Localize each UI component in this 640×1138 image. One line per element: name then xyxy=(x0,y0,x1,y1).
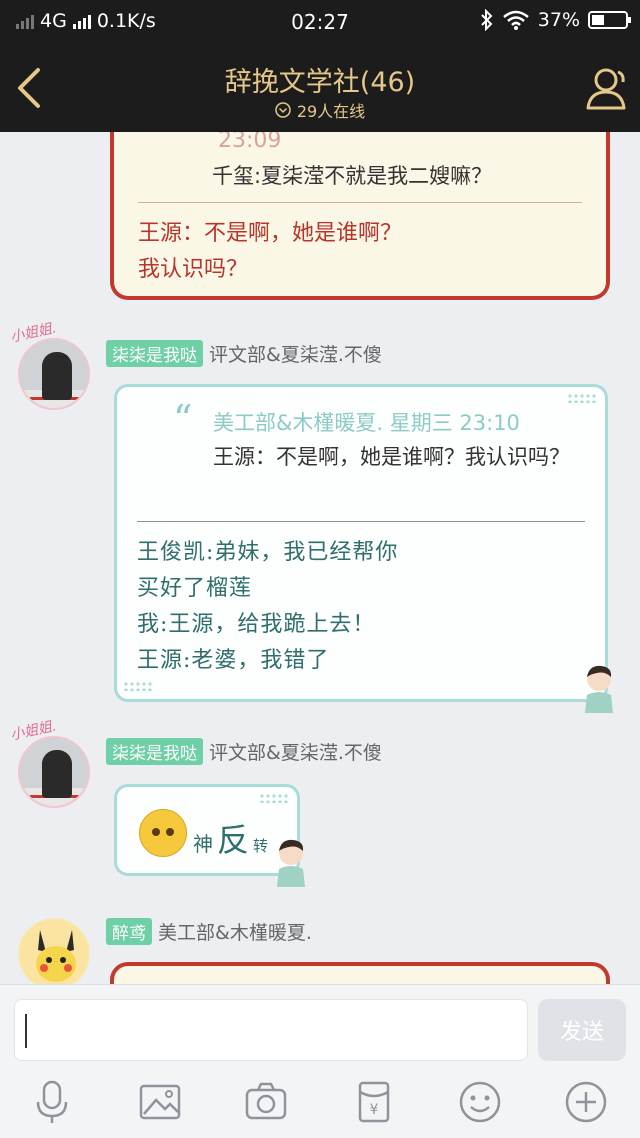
reply-line: 我:王源，给我跪上去！ xyxy=(137,612,376,637)
emoji-face-icon xyxy=(139,809,187,857)
group-title[interactable]: 辞挽文学社(46) xyxy=(0,60,640,99)
reply-line: 王俊凯:弟妹，我已经帮你 xyxy=(137,540,399,565)
sticker-word: 反 xyxy=(217,821,250,859)
quote-text: 千玺:夏柒滢不就是我二嫂嘛？ xyxy=(212,164,493,188)
text-caret xyxy=(25,1014,27,1048)
avatar-figure xyxy=(42,352,72,400)
battery-fill xyxy=(592,15,604,25)
message-bubble-red[interactable] xyxy=(110,962,610,984)
wifi-icon xyxy=(502,10,529,30)
avatar[interactable] xyxy=(18,918,90,984)
chat-messages[interactable]: 23:09 千玺:夏柒滢不就是我二嫂嘛？ 王源：不是啊，她是谁啊？ 我认识吗？ … xyxy=(0,132,640,984)
sender-row: 柒柒是我哒 评文部&夏柒滢.不傻 xyxy=(106,340,382,367)
cartoon-boy-icon xyxy=(585,665,613,713)
plus-icon[interactable] xyxy=(564,1080,608,1124)
chevron-down-icon xyxy=(275,102,291,118)
member-badge: 柒柒是我哒 xyxy=(106,340,203,367)
sender-row: 醉鸢 美工部&木槿暖夏. xyxy=(106,918,312,945)
bubble-decoration xyxy=(259,793,289,803)
reply-line: 王源：不是啊，她是谁啊？ xyxy=(138,221,403,246)
battery-percent: 37% xyxy=(537,9,580,31)
quote-time: 23:09 xyxy=(218,132,282,153)
quote-mark-icon: “ xyxy=(173,397,193,441)
status-bar: 4G 0.1K/s 02:27 37% xyxy=(0,0,640,44)
bluetooth-icon xyxy=(481,9,493,31)
battery-icon xyxy=(588,11,631,29)
input-toolbar: ¥ xyxy=(0,1068,640,1138)
camera-icon[interactable] xyxy=(244,1080,288,1124)
sticker-text: 神 反 转 xyxy=(193,815,268,861)
red-packet-icon[interactable]: ¥ xyxy=(352,1080,396,1124)
quote-author: 美工部&木槿暖夏. 星期三 23:10 xyxy=(213,411,520,435)
chat-header: 辞挽文学社(46) 29人在线 xyxy=(0,44,640,132)
sender-nickname[interactable]: 评文部&夏柒滢.不傻 xyxy=(209,340,382,367)
pikachu-icon xyxy=(20,920,88,984)
cartoon-boy-icon xyxy=(277,839,305,887)
avatar[interactable] xyxy=(18,338,90,410)
svg-text:¥: ¥ xyxy=(370,1102,379,1118)
sticker-bubble[interactable]: 神 反 转 xyxy=(114,784,305,887)
status-right: 37% xyxy=(480,9,631,31)
member-badge: 柒柒是我哒 xyxy=(106,738,203,765)
reply-line: 我认识吗？ xyxy=(138,257,249,282)
avatar-figure xyxy=(42,750,72,798)
message-bubble-red[interactable]: 23:09 千玺:夏柒滢不就是我二嫂嘛？ 王源：不是啊，她是谁啊？ 我认识吗？ xyxy=(110,132,610,300)
sender-nickname[interactable]: 美工部&木槿暖夏. xyxy=(158,918,312,945)
quote-body: 王源：不是啊，她是谁啊？我认识吗？ xyxy=(213,445,570,469)
bubble-decoration xyxy=(567,393,597,403)
online-status[interactable]: 29人在线 xyxy=(0,98,640,122)
bubble-decoration xyxy=(123,681,153,691)
divider xyxy=(138,202,582,203)
divider xyxy=(137,521,585,522)
sender-nickname[interactable]: 评文部&夏柒滢.不傻 xyxy=(209,738,382,765)
emoji-icon[interactable] xyxy=(458,1080,502,1124)
message-input[interactable] xyxy=(14,999,528,1061)
sender-row: 柒柒是我哒 评文部&夏柒滢.不傻 xyxy=(106,738,382,765)
message-bubble-teal[interactable]: “ 美工部&木槿暖夏. 星期三 23:10 王源：不是啊，她是谁啊？我认识吗？ … xyxy=(114,384,613,713)
sticker-word: 神 xyxy=(193,832,213,856)
member-badge: 醉鸢 xyxy=(106,918,152,945)
reply-line: 王源:老婆，我错了 xyxy=(137,648,330,673)
send-button[interactable]: 发送 xyxy=(538,999,626,1061)
reply-line: 买好了榴莲 xyxy=(137,576,253,601)
online-count: 29人在线 xyxy=(296,102,366,121)
avatar[interactable] xyxy=(18,736,90,808)
sticker-word: 转 xyxy=(253,837,269,855)
input-bar: 发送 xyxy=(0,984,640,1068)
microphone-icon[interactable] xyxy=(30,1080,74,1124)
group-members-icon[interactable] xyxy=(580,62,632,114)
image-icon[interactable] xyxy=(138,1080,182,1124)
